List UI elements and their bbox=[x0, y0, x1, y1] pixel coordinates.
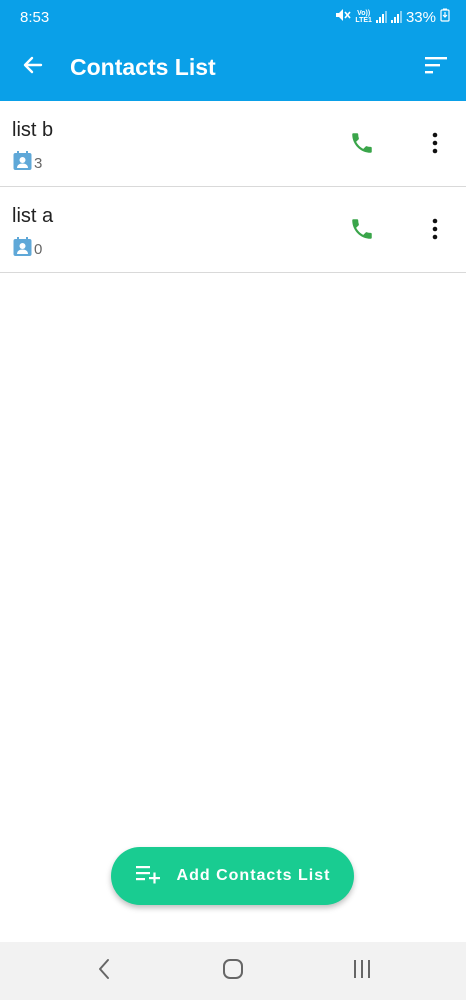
arrow-back-icon bbox=[21, 53, 45, 82]
add-contacts-list-button[interactable]: Add Contacts List bbox=[111, 847, 354, 905]
contact-count: 3 bbox=[34, 155, 43, 172]
list-item-name: list a bbox=[12, 205, 54, 227]
list-item[interactable]: list a 0 bbox=[0, 187, 466, 273]
battery-percent: 33% bbox=[405, 8, 436, 26]
playlist-add-icon bbox=[135, 864, 161, 889]
more-options-button[interactable] bbox=[420, 127, 450, 163]
call-button[interactable] bbox=[344, 213, 380, 249]
contacts-list: list b 3 list a 0 bbox=[0, 101, 466, 273]
nav-recents-icon bbox=[351, 959, 373, 984]
phone-icon bbox=[349, 216, 375, 247]
nav-back-icon bbox=[97, 958, 111, 985]
sort-icon bbox=[424, 55, 448, 80]
contact-book-icon bbox=[13, 151, 32, 176]
nav-back-button[interactable] bbox=[74, 942, 134, 1000]
contact-count: 0 bbox=[34, 241, 43, 258]
sort-button[interactable] bbox=[406, 34, 466, 101]
nav-home-icon bbox=[222, 958, 244, 985]
status-icons: Vo)) LTE1 33% bbox=[335, 8, 450, 26]
page-title: Contacts List bbox=[70, 54, 216, 80]
list-item-count: 3 bbox=[13, 151, 42, 176]
mute-icon bbox=[335, 8, 351, 26]
list-item[interactable]: list b 3 bbox=[0, 101, 466, 187]
add-contacts-list-label: Add Contacts List bbox=[176, 867, 331, 884]
list-item-name: list b bbox=[12, 119, 54, 141]
status-time: 8:53 bbox=[20, 8, 50, 26]
system-nav-bar bbox=[0, 942, 466, 1000]
volte-bottom: LTE1 bbox=[355, 17, 372, 24]
more-vert-icon bbox=[432, 132, 438, 159]
signal-icon bbox=[390, 11, 402, 23]
signal-icon bbox=[375, 11, 387, 23]
call-button[interactable] bbox=[344, 127, 380, 163]
app-bar: Contacts List bbox=[0, 34, 466, 101]
back-button[interactable] bbox=[0, 34, 68, 101]
battery-icon bbox=[440, 8, 450, 26]
nav-recents-button[interactable] bbox=[332, 942, 392, 1000]
nav-home-button[interactable] bbox=[203, 942, 263, 1000]
more-options-button[interactable] bbox=[420, 213, 450, 249]
more-vert-icon bbox=[432, 218, 438, 245]
phone-icon bbox=[349, 130, 375, 161]
list-item-count: 0 bbox=[13, 237, 42, 262]
contact-book-icon bbox=[13, 237, 32, 262]
volte-top: Vo)) bbox=[357, 10, 371, 17]
volte-icon: Vo)) LTE1 bbox=[355, 10, 372, 24]
status-bar: 8:53 Vo)) LTE1 33% bbox=[0, 0, 466, 34]
